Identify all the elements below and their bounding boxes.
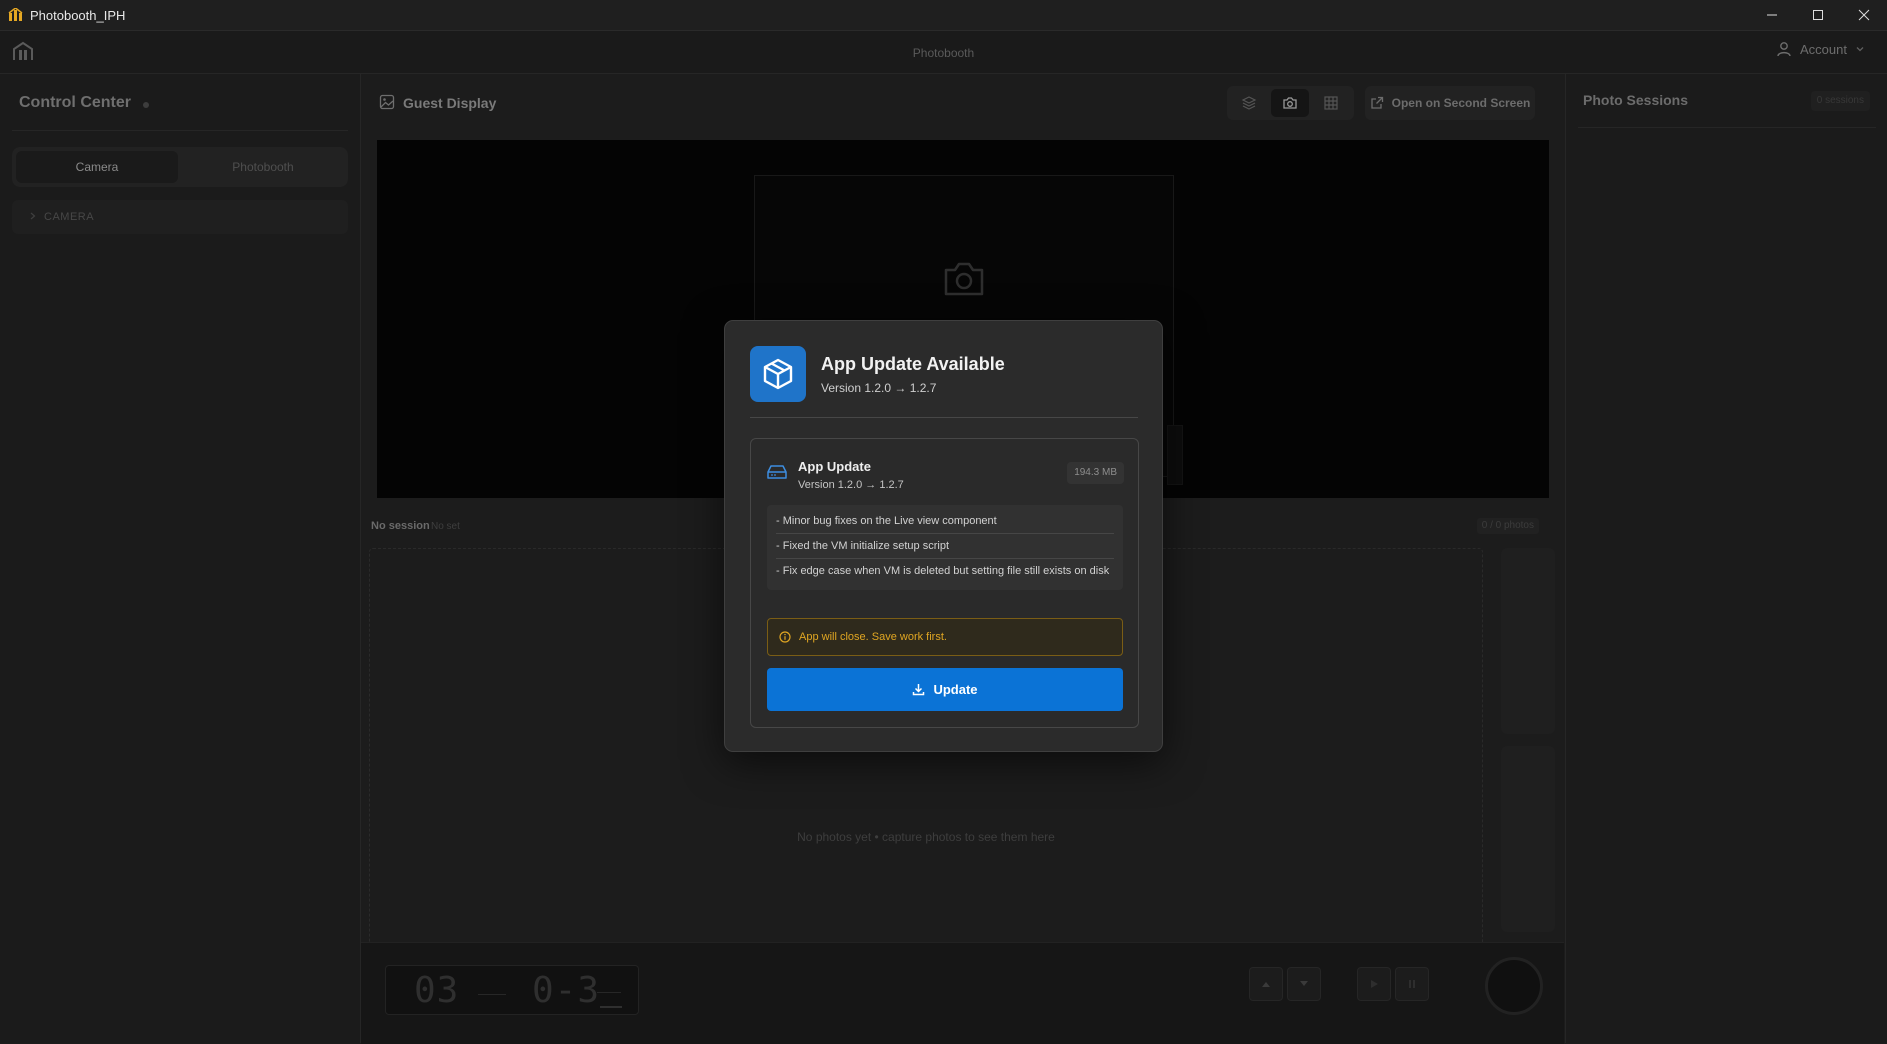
update-card: App Update Version 1.2.0 → 1.2.7 194.3 M… xyxy=(750,438,1139,728)
play-button[interactable] xyxy=(1357,967,1391,1001)
photo-sessions-panel: Photo Sessions 0 sessions xyxy=(1565,74,1887,1043)
dialog-version: Version 1.2.0 → 1.2.7 xyxy=(821,381,937,395)
session-set-label: No set xyxy=(431,521,460,532)
empty-state-text: No photos yet • capture photos to see th… xyxy=(797,830,1055,844)
chevron-down-icon xyxy=(1855,44,1865,54)
countdown-digits: 03 xyxy=(414,970,460,1011)
camera-icon xyxy=(942,260,986,298)
app-logo-icon xyxy=(8,8,24,22)
decrease-button[interactable] xyxy=(1287,967,1321,1001)
cursor-underline xyxy=(600,1006,622,1008)
grid-view-button[interactable] xyxy=(1312,89,1350,117)
account-menu[interactable]: Account xyxy=(1776,41,1865,57)
divider xyxy=(12,130,348,131)
thumbnail-slot[interactable] xyxy=(1501,548,1555,734)
close-icon xyxy=(1858,9,1870,21)
tab-photobooth[interactable]: Photobooth xyxy=(182,151,344,183)
chevron-right-icon xyxy=(29,211,37,221)
update-button[interactable]: Update xyxy=(767,668,1123,711)
release-note-item: - Minor bug fixes on the Live view compo… xyxy=(776,509,1114,534)
update-card-title: App Update xyxy=(798,459,871,474)
window-title: Photobooth_IPH xyxy=(30,8,126,23)
divider xyxy=(750,417,1138,418)
window-titlebar: Photobooth_IPH xyxy=(0,0,1887,31)
camera-section-header[interactable]: CAMERA xyxy=(12,200,348,234)
close-warning-banner: App will close. Save work first. xyxy=(767,618,1123,656)
divider xyxy=(1578,127,1876,128)
tab-camera[interactable]: Camera xyxy=(16,151,178,183)
layers-view-button[interactable] xyxy=(1230,89,1268,117)
divider xyxy=(478,994,506,995)
layers-icon xyxy=(1241,95,1257,111)
image-icon xyxy=(379,94,395,110)
download-icon xyxy=(912,683,925,696)
shutter-button[interactable] xyxy=(1485,957,1543,1015)
open-second-screen-label: Open on Second Screen xyxy=(1391,96,1531,110)
guest-display-title: Guest Display xyxy=(403,95,497,111)
mode-tabs: Camera Photobooth xyxy=(12,147,348,187)
countdown-display: 03 0-3 xyxy=(385,965,639,1015)
drive-icon xyxy=(767,464,787,480)
photo-count-badge: 0 / 0 photos xyxy=(1476,518,1539,534)
control-center-panel: Control Center Camera Photobooth CAMERA xyxy=(0,74,361,1043)
maximize-button[interactable] xyxy=(1795,0,1841,30)
app-header: Photobooth Account xyxy=(0,31,1887,74)
control-center-title: Control Center xyxy=(19,94,131,111)
update-button-label: Update xyxy=(933,682,978,697)
increase-button[interactable] xyxy=(1249,967,1283,1001)
divider xyxy=(597,992,621,993)
capture-control-bar: 03 0-3 xyxy=(361,942,1564,1044)
warning-text: App will close. Save work first. xyxy=(799,631,947,643)
user-icon xyxy=(1776,41,1792,57)
chevron-up-icon xyxy=(1261,980,1271,988)
photo-sessions-title: Photo Sessions xyxy=(1583,92,1689,108)
play-icon xyxy=(1369,979,1379,989)
minimize-icon xyxy=(1766,9,1778,21)
preview-handle xyxy=(1167,425,1183,485)
view-mode-toggle xyxy=(1227,86,1354,120)
pause-button[interactable] xyxy=(1395,967,1429,1001)
shot-counter-digits: 0-3 xyxy=(532,970,601,1011)
status-dot xyxy=(143,102,149,108)
update-card-version: Version 1.2.0 → 1.2.7 xyxy=(798,479,904,491)
open-second-screen-button[interactable]: Open on Second Screen xyxy=(1365,86,1535,120)
sessions-count-badge: 0 sessions xyxy=(1810,91,1870,111)
camera-icon xyxy=(1282,95,1298,111)
dialog-title: App Update Available xyxy=(821,354,1005,374)
release-note-item: - Fix edge case when VM is deleted but s… xyxy=(776,565,1110,577)
info-icon xyxy=(779,631,791,643)
close-button[interactable] xyxy=(1841,0,1887,30)
external-link-icon xyxy=(1370,96,1384,110)
release-notes: - Minor bug fixes on the Live view compo… xyxy=(767,505,1123,590)
release-note-item: - Fixed the VM initialize setup script xyxy=(776,534,1114,559)
grid-icon xyxy=(1323,95,1339,111)
account-label: Account xyxy=(1800,41,1847,57)
package-icon xyxy=(750,346,806,402)
pause-icon xyxy=(1407,979,1417,989)
thumbnail-strip xyxy=(1501,548,1555,1008)
maximize-icon xyxy=(1812,9,1824,21)
session-label: No session xyxy=(371,520,430,532)
camera-section-label: CAMERA xyxy=(44,211,95,223)
update-dialog: App Update Available Version 1.2.0 → 1.2… xyxy=(724,320,1163,752)
thumbnail-slot[interactable] xyxy=(1501,746,1555,932)
update-size-badge: 194.3 MB xyxy=(1067,462,1124,484)
chevron-down-icon xyxy=(1299,980,1309,988)
minimize-button[interactable] xyxy=(1749,0,1795,30)
app-title: Photobooth xyxy=(912,46,975,60)
camera-view-button[interactable] xyxy=(1271,89,1309,117)
